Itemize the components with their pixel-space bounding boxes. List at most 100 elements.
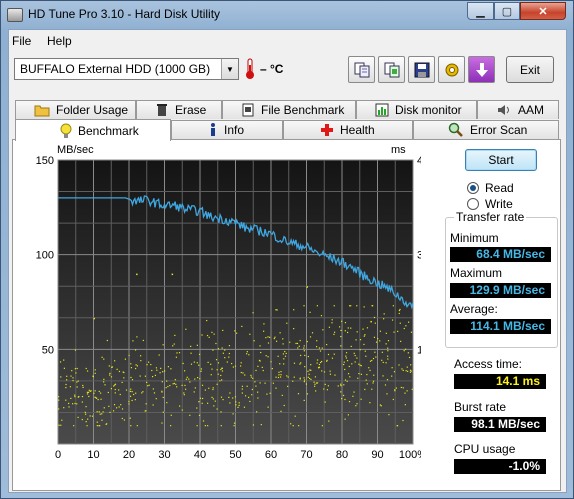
- access-time-point: [196, 362, 198, 364]
- access-time-point: [75, 372, 77, 374]
- maximum-label: Maximum: [450, 266, 503, 280]
- access-time-point: [303, 350, 305, 352]
- tab-info[interactable]: Info: [171, 120, 283, 139]
- tab-disk-monitor[interactable]: Disk monitor: [356, 100, 477, 119]
- access-time-point: [243, 406, 246, 408]
- read-radio-label: Read: [485, 181, 514, 195]
- tab-aam[interactable]: AAM: [477, 100, 559, 119]
- access-time-point: [363, 343, 365, 346]
- access-time-point: [306, 340, 308, 343]
- access-time-point: [86, 425, 88, 427]
- access-time-point: [275, 387, 277, 389]
- menu-help[interactable]: Help: [47, 34, 72, 48]
- tab-file-benchmark[interactable]: File Benchmark: [222, 100, 356, 119]
- access-time-point: [210, 374, 212, 376]
- tab-benchmark[interactable]: Benchmark: [15, 119, 171, 141]
- access-time-point: [354, 361, 356, 363]
- access-time-point: [145, 410, 147, 412]
- access-time-point: [328, 326, 331, 328]
- access-time-point: [398, 364, 400, 366]
- access-time-point: [220, 396, 223, 398]
- access-time-point: [238, 402, 240, 404]
- access-time-point: [363, 306, 365, 308]
- access-time-point: [101, 413, 103, 415]
- tab-error-scan[interactable]: Error Scan: [413, 120, 559, 139]
- access-time-point: [236, 332, 238, 334]
- start-button[interactable]: Start: [465, 149, 537, 171]
- access-time-point: [213, 405, 215, 407]
- save-button[interactable]: [408, 56, 435, 83]
- access-time-point: [216, 369, 218, 371]
- access-time-point: [96, 397, 98, 399]
- access-time-point: [372, 382, 374, 384]
- access-time-point: [278, 374, 280, 376]
- access-time-point: [268, 336, 271, 338]
- close-button[interactable]: ✕: [520, 2, 566, 20]
- access-time-point: [282, 353, 284, 355]
- access-time-point: [267, 406, 269, 408]
- access-time-point: [246, 351, 248, 353]
- drive-select[interactable]: BUFFALO External HDD (1000 GB) ▼: [14, 58, 239, 80]
- access-time-point: [307, 355, 309, 358]
- tab-label: Disk monitor: [395, 103, 462, 117]
- drive-select-value: BUFFALO External HDD (1000 GB): [20, 62, 211, 76]
- x-tick-label: 0: [55, 449, 61, 461]
- access-time-point: [260, 351, 262, 354]
- write-radio[interactable]: Write: [467, 197, 513, 211]
- cpu-usage-value: -1.0%: [454, 459, 546, 474]
- tab-health[interactable]: Health: [283, 120, 413, 139]
- copy-screenshot-button[interactable]: [378, 56, 405, 83]
- minimize-button[interactable]: ▁: [467, 2, 494, 20]
- access-time-point: [284, 350, 286, 353]
- access-time-point: [186, 376, 188, 378]
- access-time-point: [158, 354, 160, 356]
- access-time-point: [356, 403, 358, 405]
- access-time-point: [229, 402, 231, 404]
- access-time-point: [299, 363, 301, 365]
- access-time-point: [74, 394, 76, 396]
- copy-info-button[interactable]: [348, 56, 375, 83]
- options-button[interactable]: [438, 56, 465, 83]
- access-time-point: [286, 375, 288, 377]
- access-time-point: [349, 376, 351, 378]
- tab-label: File Benchmark: [261, 103, 345, 117]
- access-time-point: [81, 401, 83, 403]
- exit-button[interactable]: Exit: [506, 56, 554, 83]
- maximize-button[interactable]: ▢: [494, 2, 520, 20]
- access-time-point: [358, 363, 360, 365]
- read-radio[interactable]: Read: [467, 181, 514, 195]
- chevron-down-icon[interactable]: ▼: [221, 59, 238, 79]
- x-tick-label: 100%: [399, 449, 421, 461]
- access-time-point: [364, 334, 366, 336]
- access-time-point: [350, 345, 352, 348]
- access-time-point: [76, 367, 78, 370]
- access-time-point: [392, 398, 394, 401]
- access-time-point: [309, 377, 311, 380]
- access-time-point: [323, 371, 326, 373]
- access-time-point: [290, 423, 292, 425]
- tab-folder-usage[interactable]: Folder Usage: [15, 100, 136, 119]
- access-time-point: [200, 368, 203, 370]
- access-time-point: [118, 370, 121, 373]
- access-time-point: [382, 375, 384, 377]
- access-time-point: [161, 422, 163, 424]
- access-time-point: [116, 368, 118, 370]
- y-tick-right: 15: [417, 344, 421, 356]
- tab-erase[interactable]: Erase: [136, 100, 222, 119]
- access-time-point: [178, 352, 181, 354]
- access-time-point: [326, 343, 328, 346]
- access-time-point: [141, 392, 143, 394]
- x-tick-label: 60: [265, 449, 277, 461]
- access-time-point: [344, 330, 346, 332]
- access-time-point: [360, 365, 362, 367]
- access-time-point: [306, 286, 308, 288]
- menu-file[interactable]: File: [12, 34, 31, 48]
- access-time-point: [162, 396, 164, 399]
- access-time-point: [171, 273, 174, 276]
- access-time-point: [289, 341, 291, 343]
- access-time-point: [93, 392, 95, 394]
- access-time-point: [373, 316, 376, 319]
- access-time-point: [74, 396, 76, 398]
- download-button[interactable]: [468, 56, 495, 83]
- access-time-point: [257, 397, 259, 399]
